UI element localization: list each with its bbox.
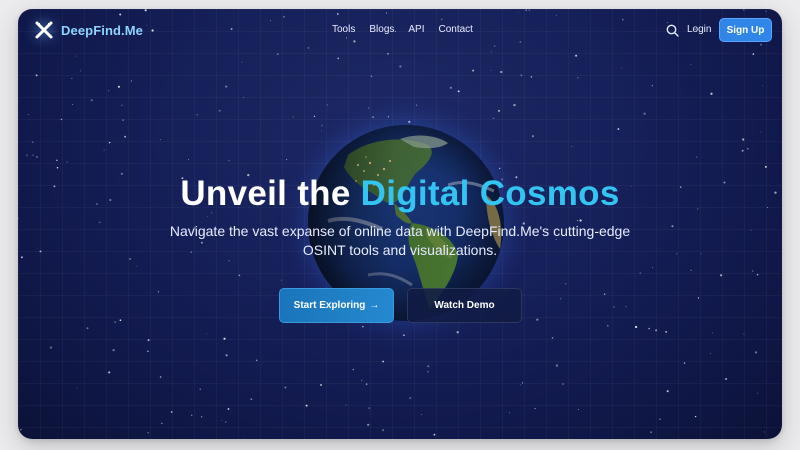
nav-link-contact[interactable]: Contact	[439, 24, 473, 35]
start-exploring-button[interactable]: Start Exploring →	[279, 288, 394, 323]
hero-title-prefix: Unveil the	[180, 174, 361, 213]
nav-link-tools[interactable]: Tools	[332, 24, 355, 35]
hero-title: Unveil the Digital Cosmos	[18, 174, 782, 214]
hero-title-accent: Digital Cosmos	[360, 174, 620, 213]
hero-subtitle: Navigate the vast expanse of online data…	[169, 223, 631, 258]
watch-demo-button[interactable]: Watch Demo	[407, 288, 522, 323]
logo-icon	[34, 20, 54, 40]
brand-logo[interactable]: DeepFind.Me	[34, 20, 143, 40]
login-link[interactable]: Login	[687, 24, 711, 35]
signup-button[interactable]: Sign Up	[719, 18, 772, 42]
browser-viewport: DeepFind.Me Tools Blogs API Contact Logi…	[18, 9, 782, 439]
nav-link-blogs[interactable]: Blogs	[369, 24, 394, 35]
top-navbar: DeepFind.Me Tools Blogs API Contact Logi…	[18, 9, 782, 53]
start-exploring-label: Start Exploring	[293, 300, 366, 311]
main-menu: Tools Blogs API Contact	[332, 24, 473, 35]
search-icon[interactable]	[666, 24, 679, 37]
arrow-right-icon: →	[369, 300, 380, 311]
brand-name: DeepFind.Me	[61, 22, 143, 38]
watch-demo-label: Watch Demo	[434, 300, 495, 311]
nav-link-api[interactable]: API	[408, 24, 424, 35]
